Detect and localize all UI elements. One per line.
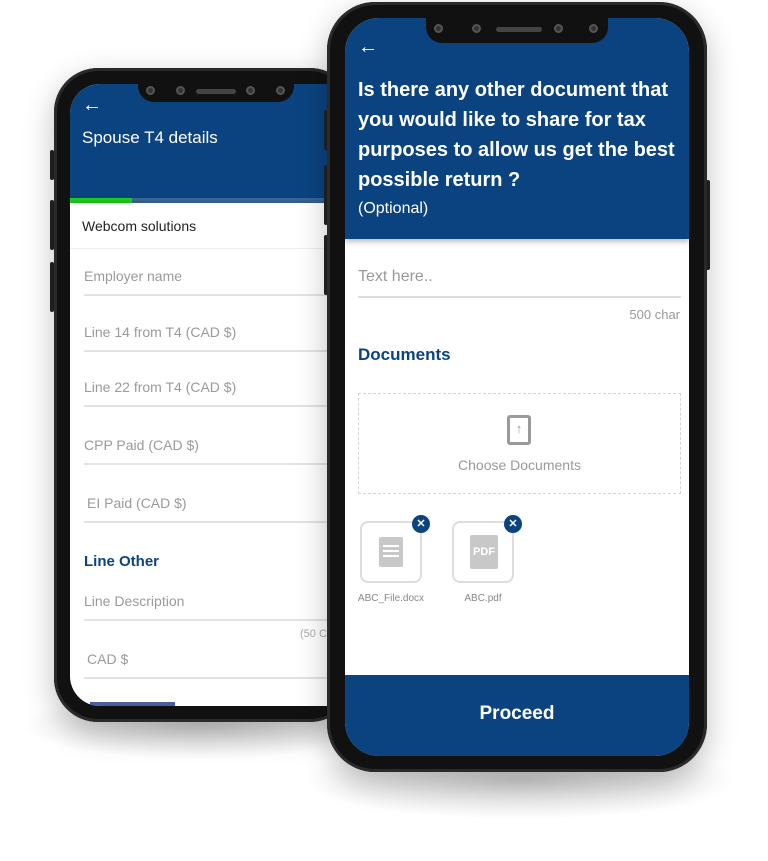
file-name: ABC_File.docx [357,593,425,604]
bottom-button-edge [90,702,175,706]
char-hint: (50 C [300,628,327,640]
section-title: Line Other [84,553,160,570]
proceed-button[interactable]: Proceed [345,675,689,756]
notch [138,82,294,102]
pdf-file-icon: PDF [470,535,498,569]
file-card[interactable]: ✕ [360,515,430,583]
choose-documents-label: Choose Documents [458,457,581,473]
line14-field[interactable]: Line 14 from T4 (CAD $) [84,324,340,352]
upload-file-icon: ↑ [507,415,531,445]
remove-file-button[interactable]: ✕ [412,515,430,533]
char-limit: 500 char [629,307,680,322]
company-row: Webcom solutions [70,203,340,249]
cpp-paid-field[interactable]: CPP Paid (CAD $) [84,437,340,465]
ei-paid-field[interactable]: EI Paid (CAD $) [84,495,340,523]
notch [426,17,608,43]
company-name: Webcom solutions [82,218,197,234]
doc-file-icon [379,537,403,567]
file-name: ABC.pdf [464,593,502,604]
front-phone-screen: ← Is there any other document that you w… [345,18,689,756]
employer-name-field[interactable]: Employer name [84,268,340,296]
text-input[interactable]: Text here.. [358,268,681,298]
amount-field[interactable]: CAD $ [84,651,340,679]
optional-label: (Optional) [358,200,429,217]
remove-file-button[interactable]: ✕ [504,515,522,533]
line-description-field[interactable]: Line Description [84,593,340,621]
documents-title: Documents [358,345,451,364]
arrow-left-icon[interactable]: ← [82,94,102,117]
header: ← Is there any other document that you w… [345,18,689,239]
arrow-left-icon[interactable]: ← [358,36,378,59]
choose-documents-dropzone[interactable]: ↑ Choose Documents [358,393,681,494]
back-phone-screen: ← Spouse T4 details Webcom solutions Emp… [70,84,340,706]
line22-field[interactable]: Line 22 from T4 (CAD $) [84,379,340,407]
file-card[interactable]: PDF ✕ [452,515,522,583]
question-title: Is there any other document that you wou… [358,79,675,191]
page-title: Spouse T4 details [82,128,218,147]
